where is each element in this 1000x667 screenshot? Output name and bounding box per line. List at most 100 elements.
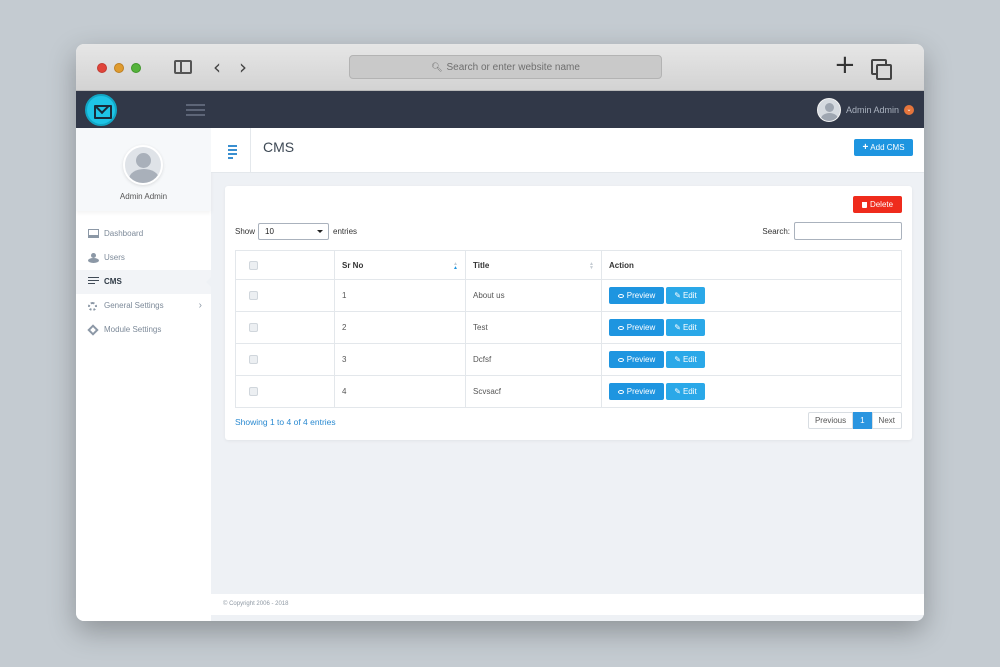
sidebar-item-cms[interactable]: CMS [76,270,211,294]
row-checkbox[interactable] [249,355,258,365]
show-label: Show [235,227,256,236]
edit-label: Edit [682,291,697,300]
column-label: Title [473,260,490,270]
preview-label: Preview [626,291,656,300]
page-header: CMS + Add CMS [211,128,924,173]
edit-button[interactable]: ✎ Edit [666,383,705,400]
row-check-cell [235,279,335,312]
mail-logo-icon[interactable] [85,94,117,126]
user-menu[interactable]: Admin Admin ⌄ [816,98,914,122]
add-cms-button[interactable]: + Add CMS [854,139,913,156]
search-input[interactable] [794,222,902,240]
previous-page-button[interactable]: Previous [807,412,854,429]
trash-icon [861,202,867,208]
row-checkbox[interactable] [249,387,258,397]
entries-select[interactable]: 10 [258,223,330,240]
table-search: Search: [762,222,902,240]
preview-button[interactable]: Preview [609,287,664,304]
users-icon [88,253,99,263]
next-page-button[interactable]: Next [871,412,902,429]
minimize-window-button[interactable] [114,63,124,73]
app-topbar: Admin Admin ⌄ [76,91,924,128]
forward-arrow-icon[interactable]: › [239,55,247,79]
search-label: Search: [762,226,790,236]
delete-label: Delete [869,200,894,209]
pencil-icon: ✎ [674,291,681,300]
cms-table: Sr No ▲ ▲ Title ▲ ▼ Action 1 About us Previe… [235,250,902,408]
tab-overview-icon[interactable] [871,59,892,80]
profile-card: Admin Admin [76,128,211,211]
sort-icon: ▲ ▼ [589,261,594,271]
sidebar-menu: Dashboard Users CMS General Settings › M… [76,222,211,342]
column-header-title[interactable]: Title ▲ ▼ [465,250,602,280]
maximize-window-button[interactable] [131,63,141,73]
top-user-name: Admin Admin [845,105,899,115]
table-info: Showing 1 to 4 of 4 entries [235,417,336,427]
edit-button[interactable]: ✎ Edit [666,287,705,304]
show-entries: Show 10 entries [235,223,357,240]
edit-label: Edit [682,355,697,364]
edit-button[interactable]: ✎ Edit [666,351,705,368]
sidebar-item-label: CMS [104,277,122,286]
address-placeholder: Search or enter website name [446,62,580,73]
list-icon [228,145,237,161]
action-cell: Preview ✎ Edit [601,279,902,312]
browser-toolbar: ‹ › 🔍︎ Search or enter website name + [76,44,924,91]
preview-button[interactable]: Preview [609,351,664,368]
sidebar-item-label: General Settings [104,301,164,310]
sidebar-toggle-icon[interactable] [174,60,192,74]
profile-name: Admin Admin [119,192,168,201]
avatar [816,98,841,122]
edit-button[interactable]: ✎ Edit [666,319,705,336]
preview-button[interactable]: Preview [609,319,664,336]
footer: © Copyright 2006 - 2018 [211,594,924,615]
title-cell: Scvsacf [465,375,602,408]
column-header-sr-no[interactable]: Sr No ▲ ▲ [334,250,466,280]
select-all-checkbox[interactable] [249,260,258,270]
page-1-button[interactable]: 1 [853,412,872,429]
sidebar-item-module-settings[interactable]: Module Settings [76,318,211,342]
monitor-icon [88,229,99,238]
delete-button[interactable]: Delete [853,196,902,213]
browser-window: ‹ › 🔍︎ Search or enter website name + Adm… [76,44,924,621]
sort-asc-icon: ▲ ▲ [453,261,458,271]
row-check-cell [235,375,335,408]
sidebar-item-general-settings[interactable]: General Settings › [76,294,211,318]
sidebar-item-dashboard[interactable]: Dashboard [76,222,211,246]
pencil-icon: ✎ [674,323,681,332]
table-row: 3 Dcfsf Preview ✎ Edit [235,343,902,376]
pencil-icon: ✎ [674,355,681,364]
hamburger-menu-icon[interactable] [186,104,205,119]
preview-label: Preview [626,355,656,364]
eye-icon [617,326,624,330]
preview-button[interactable]: Preview [609,383,664,400]
action-cell: Preview ✎ Edit [601,375,902,408]
list-icon [88,277,99,287]
page-title: CMS [263,139,295,155]
close-window-button[interactable] [97,63,107,73]
sidebar-item-label: Users [104,253,125,262]
sr-no-cell: 2 [334,311,466,344]
sidebar-item-users[interactable]: Users [76,246,211,270]
eye-icon [617,358,624,362]
address-bar[interactable]: 🔍︎ Search or enter website name [349,55,662,79]
title-cell: Dcfsf [465,343,602,376]
select-all-cell [235,250,335,280]
chevron-right-icon: › [198,300,202,311]
column-header-action: Action [601,250,902,280]
row-checkbox[interactable] [249,323,258,333]
back-arrow-icon[interactable]: ‹ [213,55,221,79]
title-cell: Test [465,311,602,344]
table-header-row: Sr No ▲ ▲ Title ▲ ▼ Action [235,250,902,280]
sr-no-cell: 3 [334,343,466,376]
column-label: Action [609,260,634,270]
edit-label: Edit [682,323,697,332]
eye-icon [617,294,624,298]
profile-avatar [123,145,163,185]
chevron-down-icon[interactable]: ⌄ [904,105,914,115]
table-row: 2 Test Preview ✎ Edit [235,311,902,344]
new-tab-plus-icon[interactable]: + [834,52,856,78]
cube-icon [87,324,99,336]
table-row: 1 About us Preview ✎ Edit [235,279,902,312]
row-checkbox[interactable] [249,291,258,301]
